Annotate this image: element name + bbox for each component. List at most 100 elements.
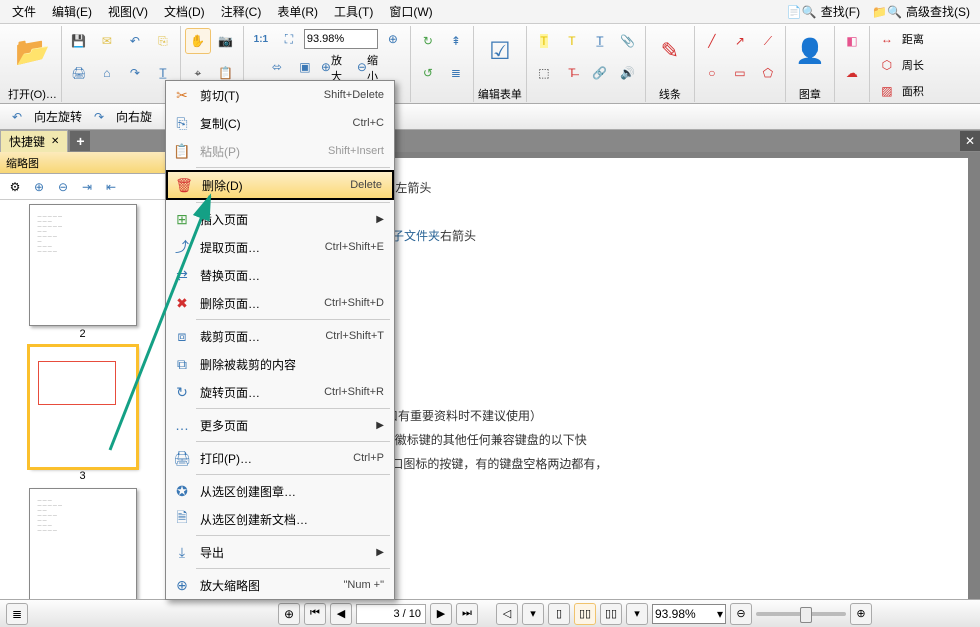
zoom-combo[interactable] <box>304 29 378 49</box>
cm-extract-pages[interactable]: ⤴提取页面…Ctrl+Shift+E <box>166 233 394 261</box>
doc-text-btn[interactable]: ≣ <box>443 60 469 86</box>
layout-menu-btn[interactable]: ▾ <box>626 603 648 625</box>
menu-document[interactable]: 文档(D) <box>156 1 213 22</box>
thumb-import[interactable]: ⇥ <box>76 176 98 198</box>
circle-btn[interactable]: ○ <box>699 60 725 86</box>
cm-paste[interactable]: 📋粘贴(P)Shift+Insert <box>166 137 394 165</box>
cm-cut[interactable]: ✂剪切(T)Shift+Delete <box>166 81 394 109</box>
prev-page-btn[interactable]: ◀ <box>330 603 352 625</box>
thumbnail-page-3[interactable] <box>29 346 137 468</box>
close-icon[interactable]: ✕ <box>51 136 59 147</box>
strike-btn[interactable]: T̶ <box>559 60 585 86</box>
last-page-btn[interactable]: ⏭ <box>456 603 478 625</box>
doc-link[interactable]: 子文件夹 <box>392 229 440 243</box>
area-btn[interactable]: ▨ <box>874 78 900 104</box>
menu-adv-find[interactable]: 📁🔍高级查找(S) <box>866 1 976 22</box>
highlight-btn[interactable]: T <box>531 28 557 54</box>
nav-back-btn[interactable]: ◁ <box>496 603 518 625</box>
fit-width-btn[interactable]: ⬄ <box>264 54 290 80</box>
thumb-export[interactable]: ⇤ <box>100 176 122 198</box>
email-button[interactable]: ✉ <box>94 28 120 54</box>
sound-btn[interactable]: 🔊 <box>615 60 641 86</box>
undo-button[interactable]: ↶ <box>122 28 148 54</box>
menu-forms[interactable]: 表单(R) <box>269 1 326 22</box>
cm-rotate-pages[interactable]: ↻旋转页面…Ctrl+Shift+R <box>166 378 394 406</box>
arrow-btn[interactable]: ↗ <box>727 28 753 54</box>
cm-crop-pages[interactable]: ⧈裁剪页面…Ctrl+Shift+T <box>166 322 394 350</box>
first-page-btn[interactable]: ⏮ <box>304 603 326 625</box>
thumb-stat-opts[interactable]: ≣ <box>6 603 28 625</box>
text-box-btn[interactable]: T <box>559 28 585 54</box>
thumb-zoom-in[interactable]: ⊕ <box>28 176 50 198</box>
cursor-pos-btn[interactable]: ⊕ <box>278 603 300 625</box>
cm-delete-pages[interactable]: ✖删除页面…Ctrl+Shift+D <box>166 289 394 317</box>
thumbnail-item[interactable]: — — — — —— — —— — — — —— —— — — ——— — ——… <box>29 204 137 340</box>
cm-print[interactable]: 🖨打印(P)…Ctrl+P <box>166 444 394 472</box>
save-button[interactable]: 💾 <box>66 28 92 54</box>
rect-btn[interactable]: ▭ <box>727 60 753 86</box>
thumbnail-page-2[interactable]: — — — — —— — —— — — — —— —— — — ——— — ——… <box>29 204 137 326</box>
snapshot-tool[interactable]: 📷 <box>213 28 239 54</box>
select-rect-btn[interactable]: ⬚ <box>531 60 557 86</box>
zoom-slider[interactable] <box>756 612 846 616</box>
link-btn[interactable]: 🔗 <box>587 60 613 86</box>
cloud-btn[interactable]: ☁ <box>839 60 865 86</box>
open-button[interactable]: 📂 <box>12 26 52 76</box>
fit-page-btn[interactable]: ⛶ <box>276 26 302 52</box>
thumbnail-item[interactable]: 3 <box>29 346 137 482</box>
cm-export[interactable]: ⤓导出▶ <box>166 538 394 566</box>
rotate-left-btn[interactable]: ↶ <box>4 104 30 130</box>
stamp-btn[interactable]: 👤 <box>790 26 830 76</box>
copy-button[interactable]: ⎘ <box>150 28 176 54</box>
cm-create-stamp[interactable]: ✪从选区创建图章… <box>166 477 394 505</box>
cm-enlarge-thumbs[interactable]: ⊕放大缩略图"Num +" <box>166 571 394 599</box>
nav-menu-btn[interactable]: ▾ <box>522 603 544 625</box>
cm-delete-cropped[interactable]: ⧉删除被裁剪的内容 <box>166 350 394 378</box>
scan-button[interactable]: ⌂ <box>94 60 120 86</box>
polyline-btn[interactable]: ⟋ <box>755 28 781 54</box>
tab-active[interactable]: 快捷键✕ <box>0 130 68 152</box>
thumb-zoom-out[interactable]: ⊖ <box>52 176 74 198</box>
menu-edit[interactable]: 编辑(E) <box>44 1 100 22</box>
edit-form-btn[interactable]: ☑ <box>480 26 520 76</box>
redo-button[interactable]: ↷ <box>122 60 148 86</box>
status-zoom-combo[interactable]: 93.98%▾ <box>652 604 726 624</box>
tab-close-right[interactable]: ✕ <box>960 131 980 151</box>
line-btn[interactable]: ╱ <box>699 28 725 54</box>
tab-add[interactable]: + <box>70 131 90 151</box>
hand-tool[interactable]: ✋ <box>185 28 211 54</box>
zoom-in-btn[interactable]: ⊕ <box>380 26 406 52</box>
zoom-out-status[interactable]: ⊖ <box>730 603 752 625</box>
next-page-btn[interactable]: ▶ <box>430 603 452 625</box>
menu-tools[interactable]: 工具(T) <box>326 1 381 22</box>
eraser-btn[interactable]: ◧ <box>839 28 865 54</box>
underline-btn[interactable]: T̲ <box>587 28 613 54</box>
rotate-ccw-btn[interactable]: ↺ <box>415 60 441 86</box>
actual-size-btn[interactable]: 1:1 <box>248 26 274 52</box>
page-number-box[interactable]: 3 / 10 <box>356 604 426 624</box>
dist-btn[interactable]: ↔ <box>874 26 900 52</box>
menu-view[interactable]: 视图(V) <box>100 1 156 22</box>
menu-window[interactable]: 窗口(W) <box>381 1 440 22</box>
menu-comment[interactable]: 注释(C) <box>213 1 270 22</box>
fit-visible-btn[interactable]: ▣ <box>292 54 318 80</box>
menu-find[interactable]: 📄🔍查找(F) <box>781 1 866 22</box>
menu-file[interactable]: 文件 <box>4 1 44 22</box>
zoom-in-status[interactable]: ⊕ <box>850 603 872 625</box>
print-button[interactable]: 🖨 <box>66 60 92 86</box>
cm-create-doc[interactable]: 🗎从选区创建新文档… <box>166 505 394 533</box>
thumbnail-item[interactable]: — — —— — — — —— —— — — —— —— — —— — — — <box>29 488 137 599</box>
zoom-out-btn[interactable]: ⊖缩小 <box>356 54 390 80</box>
zoom-plus-btn[interactable]: ⊕放大 <box>320 54 354 80</box>
cm-more-pages[interactable]: …更多页面▶ <box>166 411 394 439</box>
polygon-btn[interactable]: ⬠ <box>755 60 781 86</box>
cm-copy[interactable]: ⎘复制(C)Ctrl+C <box>166 109 394 137</box>
thumbnail-page-4[interactable]: — — —— — — — —— —— — — —— —— — —— — — — <box>29 488 137 599</box>
layout-facing-btn[interactable]: ▯▯ <box>600 603 622 625</box>
rotate-right-btn[interactable]: ↷ <box>86 104 112 130</box>
layout-cont-btn[interactable]: ▯▯ <box>574 603 596 625</box>
thumb-options[interactable]: ⚙ <box>4 176 26 198</box>
cm-delete[interactable]: 🗑删除(D)Delete <box>166 170 394 200</box>
cm-replace-pages[interactable]: ⇄替换页面… <box>166 261 394 289</box>
perim-btn[interactable]: ⬡ <box>874 52 900 78</box>
